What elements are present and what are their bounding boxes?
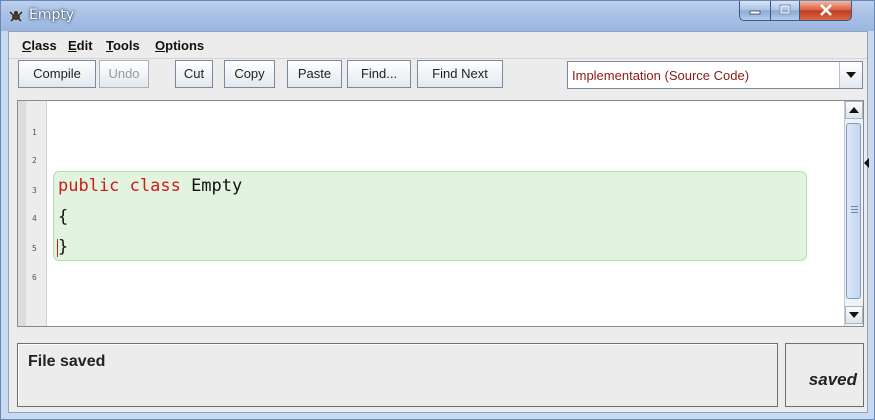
save-state: saved [808,370,857,389]
line-number: 3 [32,186,37,195]
client-area: Class Edit Tools Options Compile Undo Cu… [8,31,869,413]
line-number: 6 [32,273,37,282]
scroll-down-button[interactable] [845,306,863,324]
cut-button[interactable]: Cut [175,60,213,88]
menu-tools[interactable]: Tools [106,38,140,53]
code-text-area[interactable]: public class Empty { } [47,101,845,326]
line-number: 2 [32,156,37,165]
vertical-scrollbar[interactable] [844,101,863,326]
menu-class[interactable]: Class [22,38,57,53]
close-icon [819,4,832,16]
status-message-area: File saved [17,343,778,407]
view-selector[interactable]: Implementation (Source Code) [567,61,863,89]
scroll-grip-line [851,212,858,213]
status-message: File saved [28,353,106,370]
maximize-icon [779,4,791,15]
text-caret [57,239,58,257]
app-icon [9,11,23,22]
undo-button[interactable]: Undo [99,60,149,88]
line-number-gutter: 1 2 3 4 5 6 [18,101,47,326]
compile-button[interactable]: Compile [18,60,96,88]
scroll-up-button[interactable] [845,101,863,119]
scroll-thumb[interactable] [846,123,861,299]
scroll-down-icon [849,312,859,318]
find-next-button[interactable]: Find Next [417,60,503,88]
save-state-box: saved [785,343,864,407]
side-arrow-icon[interactable] [864,158,869,168]
dropdown-button[interactable] [839,62,862,88]
find-button[interactable]: Find... [347,60,411,88]
breakpoint-strip[interactable] [18,101,26,326]
minimize-button[interactable] [739,1,771,21]
minimize-icon [749,10,761,15]
scroll-grip-icon [851,206,858,207]
application-window: Empty Class Edit Tools Options Compile U… [0,0,875,420]
code-line: { [58,207,69,227]
menu-options[interactable]: Options [155,38,204,53]
code-editor[interactable]: 1 2 3 4 5 6 public class Empty { } [17,100,864,327]
menu-edit[interactable]: Edit [68,38,93,53]
dropdown-arrow-icon [846,72,856,78]
title-bar[interactable]: Empty [1,1,874,31]
menu-bar: Class Edit Tools Options [9,32,867,59]
code-line: public class Empty [58,176,243,196]
line-number: 5 [32,244,37,253]
maximize-button[interactable] [770,1,800,21]
copy-button[interactable]: Copy [224,60,275,88]
scroll-up-icon [849,107,859,113]
close-button[interactable] [799,1,852,21]
scroll-grip-line [851,209,858,210]
paste-button[interactable]: Paste [287,60,342,88]
code-line: } [58,237,69,257]
line-number: 1 [32,128,37,137]
line-number: 4 [32,214,37,223]
view-selector-value: Implementation (Source Code) [572,68,750,83]
window-title: Empty [29,7,75,23]
